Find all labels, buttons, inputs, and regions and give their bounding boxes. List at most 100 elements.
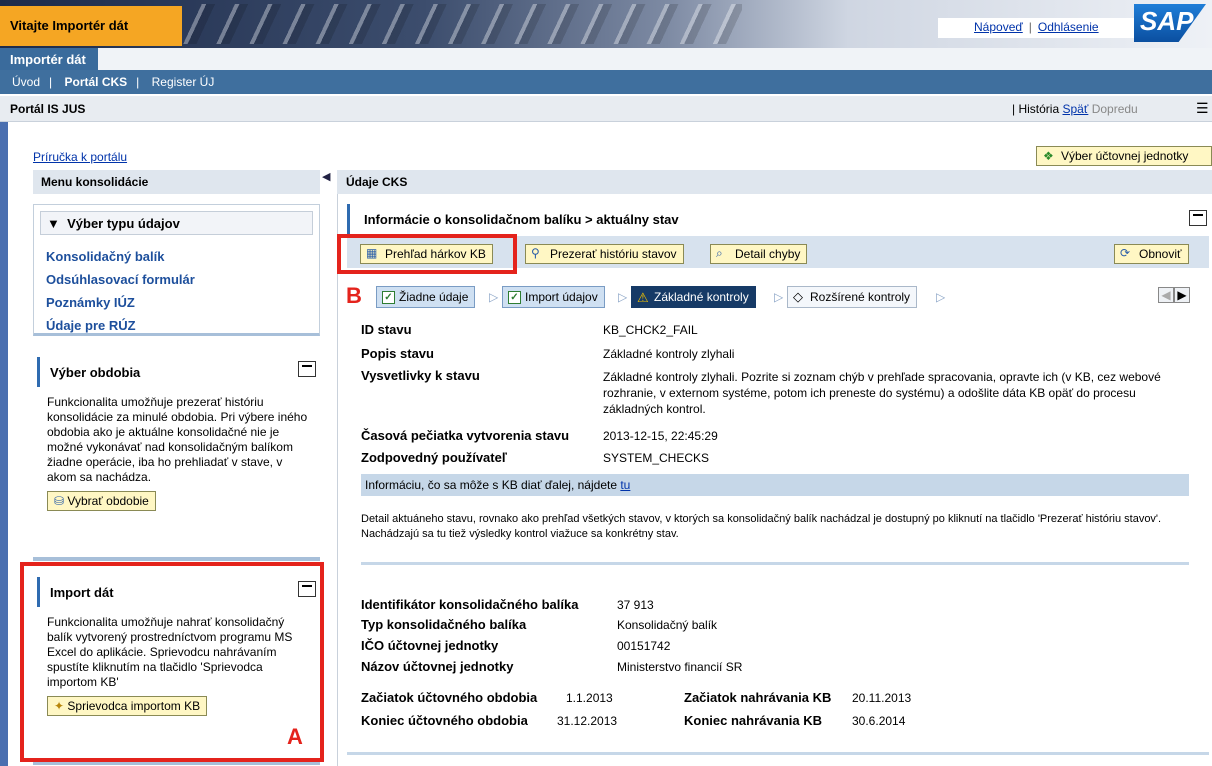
step-zakladne-kontroly[interactable]: ⚠ Základné kontroly [631, 286, 756, 308]
type-list: Konsolidačný balík Odsúhlasovací formulá… [34, 245, 319, 337]
period-panel-header: Výber obdobia [37, 357, 320, 387]
history-nav: | História Späť Dopredu [1012, 102, 1138, 116]
select-unit-button[interactable]: ❖ Výber účtovnej jednotky [1036, 146, 1212, 166]
refresh-icon: ⟳ [1120, 246, 1131, 260]
status-id-value: KB_CHCK2_FAIL [603, 323, 698, 337]
state-history-button[interactable]: ⚲ Prezerať históriu stavov [525, 244, 684, 264]
refresh-label: Obnoviť [1139, 247, 1182, 261]
sap-logo: SAP [1134, 4, 1206, 42]
menu-icon[interactable]: ☰ [1196, 100, 1209, 117]
status-id-label: ID stavu [361, 322, 412, 337]
type-item-udaje-pre-ruz[interactable]: Údaje pre RÚZ [46, 314, 319, 337]
end-upload-value: 30.6.2014 [852, 714, 906, 728]
step-import-udajov[interactable]: ✓ Import údajov [502, 286, 605, 308]
type-panel-header[interactable]: ▼ Výber typu údajov [40, 211, 313, 235]
tab-importer[interactable]: Importér dát [0, 48, 98, 70]
start-upload-label: Začiatok nahrávania KB [684, 690, 832, 705]
package-type-value: Konsolidačný balík [617, 618, 718, 632]
nav-item-uvod[interactable]: Úvod [12, 75, 40, 89]
logout-link[interactable]: Odhlásenie [1038, 20, 1099, 34]
column-divider [337, 194, 338, 766]
triangle-down-icon: ▼ [47, 216, 60, 231]
step-label: Základné kontroly [654, 290, 749, 304]
page-title: Portál IS JUS [10, 102, 86, 116]
app-tabs: Importér dát [0, 48, 1212, 70]
nav-item-portal-cks[interactable]: Portál CKS [64, 75, 127, 89]
period-panel-text: Funkcionalita umožňuje prezerať históriu… [47, 395, 308, 484]
step-arrow-icon: ▷ [774, 290, 784, 304]
end-period-label: Koniec účtovného obdobia [361, 713, 528, 728]
select-period-button[interactable]: ⛁ Vybrať obdobie [47, 491, 156, 511]
top-nav: Úvod | Portál CKS | Register ÚJ [0, 70, 1212, 94]
step-ziadne-udaje[interactable]: ✓ Žiadne údaje [376, 286, 476, 308]
status-expl-label: Vysvetlivky k stavu [361, 368, 480, 383]
next-info-text: Informáciu, čo sa môže s KB diať ďalej, … [365, 478, 617, 492]
step-arrow-icon: ▷ [489, 290, 499, 304]
units-icon: ❖ [1043, 149, 1054, 163]
state-history-label: Prezerať históriu stavov [550, 247, 677, 261]
select-unit-label: Výber účtovnej jednotky [1061, 149, 1189, 163]
header-decoration [182, 4, 742, 44]
content-header: Údaje CKS [337, 170, 1212, 194]
package-name-label: Názov účtovnej jednotky [361, 659, 514, 674]
collapse-left-icon[interactable]: ◀ [322, 170, 330, 183]
step-rozsirene-kontroly[interactable]: ◇ Rozšírené kontroly [787, 286, 918, 308]
help-link[interactable]: Nápoveď [974, 20, 1023, 34]
step-label: Import údajov [525, 290, 598, 304]
status-desc-value: Základné kontroly zlyhali [603, 347, 735, 361]
status-expl-value: Základné kontroly zlyhali. Pozrite si zo… [603, 370, 1161, 416]
status-user-value: SYSTEM_CHECKS [603, 451, 710, 465]
navigation-strip[interactable] [0, 122, 8, 766]
history-link[interactable]: História [1018, 102, 1059, 116]
guide-link[interactable]: Príručka k portálu [33, 150, 127, 164]
start-upload-value: 20.11.2013 [852, 691, 912, 705]
end-period-value: 31.12.2013 [557, 714, 618, 728]
database-icon: ⛁ [54, 494, 65, 508]
welcome-banner: Vitajte Importér dát [0, 6, 182, 46]
error-detail-label: Detail chyby [735, 247, 801, 261]
package-id-label: Identifikátor konsolidačného balíka [361, 597, 579, 612]
minimize-icon[interactable] [298, 361, 316, 377]
header-links: Nápoveď | Odhlásenie [938, 18, 1134, 38]
step-navigation: ◀ ▶ [1158, 287, 1190, 303]
refresh-button[interactable]: ⟳ Obnoviť [1114, 244, 1189, 264]
package-ico-label: IČO účtovnej jednotky [361, 638, 499, 653]
detail-text: Detail aktuáneho stavu, rovnako ako preh… [361, 513, 1162, 540]
minimize-icon[interactable] [1189, 210, 1207, 226]
info-panel-title: Informácie o konsolidačnom balíku > aktu… [364, 212, 679, 227]
error-detail-button[interactable]: ⌕ Detail chyby [710, 244, 808, 264]
page-bar: Portál IS JUS | História Späť Dopredu ☰ [0, 96, 1212, 122]
step-label: Žiadne údaje [399, 290, 469, 304]
package-ico-value: 00151742 [617, 639, 671, 653]
user-history-icon: ⚲ [531, 246, 540, 260]
magnifier-icon: ⌕ [716, 246, 723, 260]
step-label: Rozšírené kontroly [810, 290, 911, 304]
annotation-a: A [287, 724, 303, 749]
menu-header: Menu konsolidácie [33, 170, 320, 194]
annotation-b: B [346, 283, 362, 308]
warning-icon: ⚠ [637, 290, 649, 305]
status-timestamp-value: 2013-12-15, 22:45:29 [603, 429, 718, 443]
type-item-poznamky-iuz[interactable]: Poznámky IÚZ [46, 291, 319, 314]
status-desc-label: Popis stavu [361, 346, 434, 361]
top-header: Vitajte Importér dát Nápoveď | Odhlásenie … [0, 0, 1212, 48]
status-timestamp-label: Časová pečiatka vytvorenia stavu [361, 428, 570, 443]
checkbox-checked-icon: ✓ [382, 291, 395, 304]
end-upload-label: Koniec nahrávania KB [684, 713, 822, 728]
type-panel: ▼ Výber typu údajov Konsolidačný balík O… [33, 204, 320, 336]
type-item-konsolidacny-balik[interactable]: Konsolidačný balík [46, 245, 319, 268]
package-type-label: Typ konsolidačného balíka [361, 617, 527, 632]
forward-link: Dopredu [1091, 102, 1138, 116]
type-item-odsuhlasovaci-formular[interactable]: Odsúhlasovací formulár [46, 268, 319, 291]
checkbox-checked-icon: ✓ [508, 291, 521, 304]
period-panel-title: Výber obdobia [50, 365, 141, 380]
start-period-label: Začiatok účtovného obdobia [361, 690, 538, 705]
back-link[interactable]: Späť [1062, 102, 1088, 116]
next-step-icon[interactable]: ▶ [1174, 287, 1190, 303]
start-period-value: 1.1.2013 [566, 691, 613, 705]
next-info-bar: Informáciu, čo sa môže s KB diať ďalej, … [361, 474, 1189, 496]
select-period-label: Vybrať obdobie [67, 494, 149, 508]
next-info-link[interactable]: tu [620, 478, 630, 492]
info-panel-header: Informácie o konsolidačnom balíku > aktu… [347, 204, 1209, 234]
nav-item-register[interactable]: Register ÚJ [152, 75, 215, 89]
